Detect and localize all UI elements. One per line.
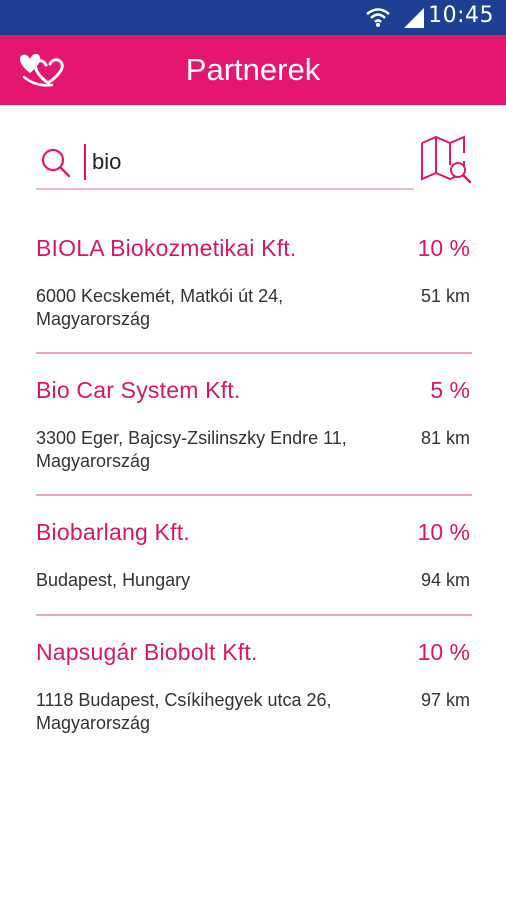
- partner-discount: 5 %: [430, 377, 470, 403]
- list-item[interactable]: Napsugár Biobolt Kft. 10 % 1118 Budapest…: [36, 616, 472, 756]
- partner-name: BIOLA Biokozmetikai Kft.: [36, 235, 297, 261]
- partner-name: Napsugár Biobolt Kft.: [36, 639, 258, 665]
- map-search-icon[interactable]: [418, 135, 474, 187]
- partner-distance: 81 km: [420, 428, 470, 448]
- partner-distance: 51 km: [420, 286, 470, 306]
- partner-address: Budapest, Hungary: [36, 570, 191, 590]
- partner-address: 6000 Kecskemét, Matkói út 24, Magyarorsz…: [36, 286, 284, 329]
- partner-discount: 10 %: [417, 235, 470, 261]
- partner-address: 1118 Budapest, Csíkihegyek utca 26, Magy…: [36, 690, 332, 733]
- partner-discount: 10 %: [417, 519, 470, 545]
- partner-address: 3300 Eger, Bajcsy-Zsilinszky Endre 11, M…: [36, 428, 347, 471]
- search-icon: [41, 148, 71, 178]
- list-item[interactable]: BIOLA Biokozmetikai Kft. 10 % 6000 Kecsk…: [36, 212, 472, 354]
- partner-discount: 10 %: [417, 639, 470, 665]
- search-bar: [36, 140, 418, 190]
- page-title: Partnerek: [185, 52, 321, 87]
- partner-distance: 97 km: [420, 690, 470, 710]
- partner-distance: 94 km: [420, 570, 470, 590]
- partner-name: Bio Car System Kft.: [36, 377, 241, 403]
- signal-icon: [404, 8, 424, 28]
- search-input[interactable]: [84, 144, 418, 180]
- partner-list: BIOLA Biokozmetikai Kft. 10 % 6000 Kecsk…: [36, 212, 472, 756]
- list-item[interactable]: Biobarlang Kft. 10 % Budapest, Hungary 9…: [36, 496, 472, 616]
- status-bar: 10:45: [0, 0, 506, 35]
- status-time: 10:45: [428, 3, 494, 28]
- wifi-icon: [366, 8, 390, 27]
- partner-name: Biobarlang Kft.: [36, 519, 190, 545]
- app-bar: Partnerek: [0, 35, 506, 105]
- list-item[interactable]: Bio Car System Kft. 5 % 3300 Eger, Bajcs…: [36, 354, 472, 496]
